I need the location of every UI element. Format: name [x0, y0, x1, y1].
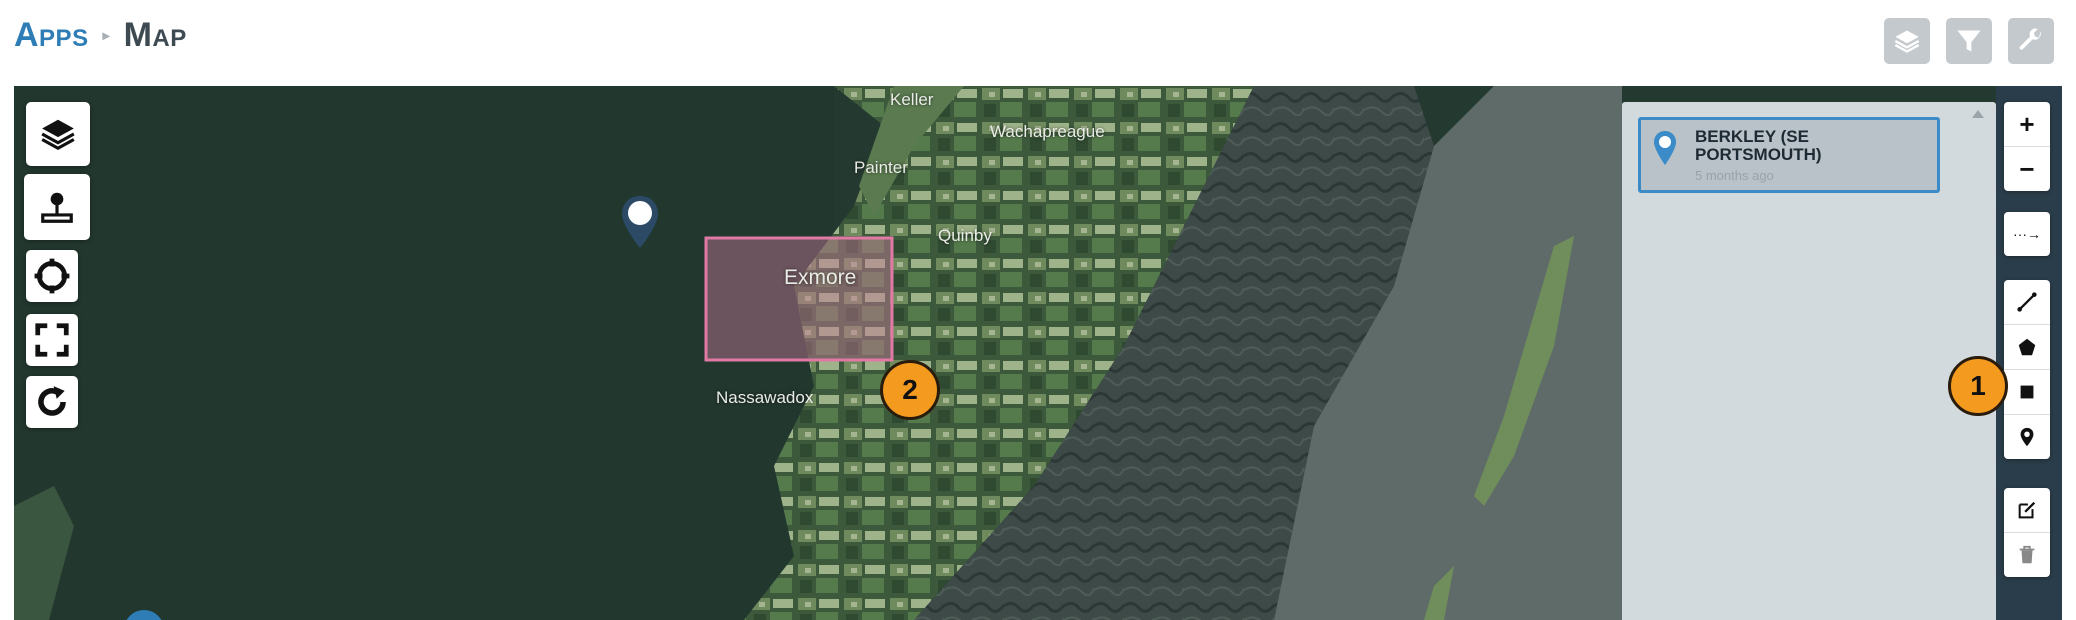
- breadcrumb-current-page: Map: [123, 16, 187, 54]
- wrench-icon: [2019, 28, 2041, 50]
- result-title: BERKLEY (SE PORTSMOUTH): [1695, 127, 1822, 164]
- breadcrumb-apps-link[interactable]: Apps: [14, 16, 89, 55]
- settings-button[interactable]: [2008, 18, 2054, 64]
- draw-toolbar: [2004, 280, 2050, 459]
- navigate-button[interactable]: [24, 174, 90, 240]
- result-timestamp: 5 months ago: [1695, 168, 1774, 183]
- crosshair-icon: [34, 258, 70, 294]
- breadcrumb: Apps ▸ Map: [14, 16, 187, 55]
- zoom-out-label: −: [2019, 154, 2035, 184]
- location-marker[interactable]: [620, 194, 660, 250]
- fullscreen-icon: [35, 323, 69, 357]
- result-card[interactable]: BERKLEY (SE PORTSMOUTH) 5 months ago: [1638, 117, 1940, 193]
- edit-layers-button[interactable]: [2004, 488, 2050, 533]
- place-label-nassawadox: Nassawadox: [716, 388, 814, 407]
- place-label-keller: Keller: [890, 90, 934, 109]
- trash-icon: [2019, 545, 2035, 564]
- zoom-out-button[interactable]: −: [2004, 147, 2050, 191]
- locate-me-button[interactable]: [26, 250, 78, 302]
- refresh-button[interactable]: [26, 376, 78, 428]
- polygon-icon: [2018, 338, 2036, 356]
- draw-polygon-button[interactable]: [2004, 325, 2050, 370]
- place-label-quinby: Quinby: [938, 226, 992, 245]
- draw-rectangle-button[interactable]: [2004, 370, 2050, 415]
- joystick-icon: [41, 192, 73, 223]
- place-label-exmore: Exmore: [784, 266, 857, 289]
- selection-rectangle: [704, 236, 894, 362]
- breadcrumb-separator: ▸: [102, 27, 110, 43]
- polyline-icon: [2017, 292, 2037, 312]
- layers-tool-icon: [1894, 30, 1920, 53]
- fullscreen-button[interactable]: [26, 314, 78, 366]
- refresh-icon: [38, 386, 66, 416]
- layers-toggle-button[interactable]: [1884, 18, 1930, 64]
- filter-icon: [1957, 30, 1981, 52]
- callout-badge-1: 1: [1948, 356, 2008, 416]
- place-label-wachapreague: Wachapreague: [990, 122, 1105, 141]
- callout-badge-2: 2: [880, 360, 940, 420]
- marker-icon: [2020, 427, 2034, 447]
- zoom-in-label: +: [2019, 109, 2035, 139]
- app-header: Apps ▸ Map: [0, 0, 2076, 84]
- edit-icon: [2018, 501, 2036, 519]
- map-canvas[interactable]: Keller Wachapreague Painter Quinby Exmor…: [14, 86, 2062, 620]
- edit-toolbar: [2004, 488, 2050, 577]
- place-label-painter: Painter: [854, 158, 908, 177]
- route-icon: ···→: [2013, 226, 2041, 242]
- basemap-layers-button[interactable]: [26, 102, 90, 166]
- header-toolbar: [1884, 18, 2054, 64]
- rectangle-icon: [2020, 385, 2034, 399]
- panel-scroll-up-arrow[interactable]: [1972, 110, 1984, 118]
- layers-icon: [41, 119, 75, 151]
- filter-button[interactable]: [1946, 18, 1992, 64]
- route-button[interactable]: ···→: [2004, 212, 2050, 256]
- draw-marker-button[interactable]: [2004, 415, 2050, 459]
- map-pin-icon: [1654, 131, 1676, 165]
- delete-layers-button[interactable]: [2004, 533, 2050, 577]
- results-panel: BERKLEY (SE PORTSMOUTH) 5 months ago: [1622, 102, 1996, 620]
- route-control: ···→: [2004, 212, 2050, 256]
- zoom-in-button[interactable]: +: [2004, 102, 2050, 147]
- draw-line-button[interactable]: [2004, 280, 2050, 325]
- zoom-control: + −: [2004, 102, 2050, 191]
